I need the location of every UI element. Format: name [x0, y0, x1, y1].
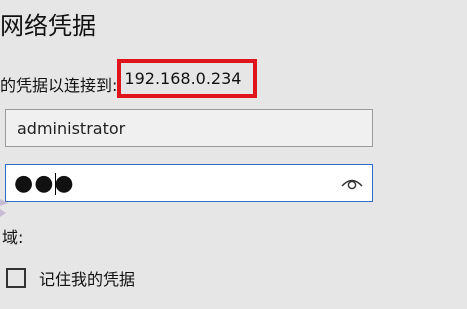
remember-credentials[interactable]: 记住我的凭据: [6, 266, 135, 290]
password-dots: ●●●: [14, 171, 75, 196]
host-address-highlight: 192.168.0.234: [117, 59, 258, 98]
domain-label: 域:: [2, 228, 24, 247]
eye-icon[interactable]: [341, 175, 363, 191]
dialog-title: 网络凭据: [0, 12, 96, 40]
password-field[interactable]: ●●●: [5, 164, 373, 202]
cursor-fragment-icon: [0, 199, 8, 217]
username-field[interactable]: administrator: [5, 109, 373, 147]
remember-checkbox[interactable]: [6, 268, 26, 288]
prompt-text: 的凭据以连接到:: [0, 75, 118, 95]
connection-prompt: 的凭据以连接到: 192.168.0.234: [0, 59, 258, 103]
host-address: 192.168.0.234: [124, 69, 242, 88]
text-caret: [55, 173, 56, 195]
remember-label: 记住我的凭据: [39, 270, 136, 289]
